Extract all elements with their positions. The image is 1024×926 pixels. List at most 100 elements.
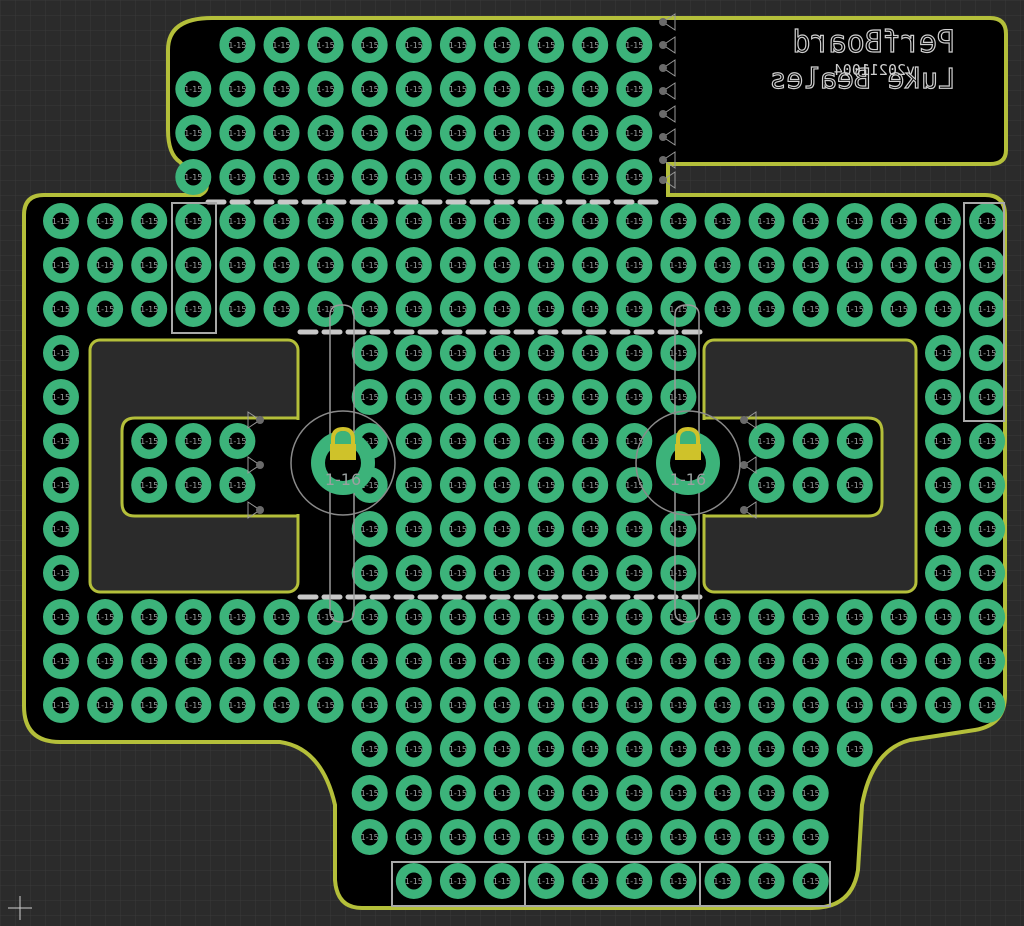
pad[interactable]: 1-15 xyxy=(792,247,829,283)
pad[interactable]: 1-15 xyxy=(87,643,124,679)
pad[interactable]: 1-15 xyxy=(792,687,829,723)
pad[interactable]: 1-15 xyxy=(395,819,432,855)
pad[interactable]: 1-15 xyxy=(43,291,79,327)
pad[interactable]: 1-15 xyxy=(175,203,212,239)
pad[interactable]: 1-15 xyxy=(925,511,961,547)
pad[interactable]: 1-15 xyxy=(880,643,917,679)
pad[interactable]: 1-15 xyxy=(484,423,520,459)
pad[interactable]: 1-15 xyxy=(925,335,961,371)
pad[interactable]: 1-15 xyxy=(484,775,520,811)
pad[interactable]: 1-15 xyxy=(969,511,1006,547)
pad[interactable]: 1-15 xyxy=(616,599,653,635)
pad[interactable]: 1-15 xyxy=(439,467,476,503)
pad[interactable]: 1-15 xyxy=(263,71,300,107)
pad[interactable]: 1-15 xyxy=(439,203,476,239)
pad[interactable]: 1-15 xyxy=(439,819,476,855)
pad[interactable]: 1-15 xyxy=(572,335,609,371)
pad[interactable]: 1-15 xyxy=(43,687,79,723)
pad[interactable]: 1-15 xyxy=(792,291,829,327)
pad[interactable]: 1-15 xyxy=(484,511,520,547)
pad[interactable]: 1-15 xyxy=(439,775,476,811)
pad[interactable]: 1-15 xyxy=(660,819,697,855)
pad[interactable]: 1-15 xyxy=(704,247,741,283)
pad[interactable]: 1-15 xyxy=(572,423,609,459)
pad[interactable]: 1-15 xyxy=(263,687,300,723)
pad[interactable]: 1-15 xyxy=(572,27,609,63)
pad[interactable]: 1-15 xyxy=(43,643,79,679)
pad[interactable]: 1-15 xyxy=(484,71,520,107)
pad[interactable]: 1-15 xyxy=(616,775,653,811)
pad[interactable]: 1-15 xyxy=(307,27,344,63)
pad[interactable]: 1-15 xyxy=(836,203,873,239)
pad[interactable]: 1-15 xyxy=(484,335,520,371)
pad[interactable]: 1-15 xyxy=(748,731,785,767)
pad[interactable]: 1-15 xyxy=(351,335,388,371)
pad[interactable]: 1-15 xyxy=(439,71,476,107)
pad[interactable]: 1-15 xyxy=(219,27,256,63)
pad[interactable]: 1-15 xyxy=(395,555,432,591)
pad[interactable]: 1-15 xyxy=(528,731,565,767)
pad[interactable]: 1-15 xyxy=(572,467,609,503)
pad[interactable]: 1-15 xyxy=(219,467,256,503)
pad[interactable]: 1-15 xyxy=(616,819,653,855)
pad[interactable]: 1-15 xyxy=(131,643,168,679)
pad[interactable]: 1-15 xyxy=(969,335,1006,371)
pad[interactable]: 1-15 xyxy=(616,203,653,239)
pad[interactable]: 1-15 xyxy=(616,27,653,63)
pad[interactable]: 1-15 xyxy=(351,687,388,723)
pad[interactable]: 1-15 xyxy=(43,379,79,415)
pad[interactable]: 1-15 xyxy=(528,379,565,415)
pad[interactable]: 1-15 xyxy=(395,291,432,327)
pad[interactable]: 1-15 xyxy=(351,115,388,151)
pad[interactable]: 1-15 xyxy=(484,643,520,679)
pad[interactable]: 1-15 xyxy=(395,511,432,547)
pad[interactable]: 1-15 xyxy=(660,291,697,327)
pad[interactable]: 1-15 xyxy=(395,159,432,195)
pad[interactable]: 1-15 xyxy=(219,203,256,239)
pad[interactable]: 1-15 xyxy=(572,555,609,591)
pad[interactable]: 1-15 xyxy=(395,247,432,283)
pad[interactable]: 1-15 xyxy=(87,203,124,239)
pad[interactable]: 1-15 xyxy=(395,775,432,811)
pad[interactable]: 1-15 xyxy=(395,467,432,503)
pad[interactable]: 1-15 xyxy=(528,467,565,503)
pad[interactable]: 1-15 xyxy=(748,423,785,459)
pad[interactable]: 1-15 xyxy=(836,247,873,283)
pad[interactable]: 1-15 xyxy=(969,687,1006,723)
pad[interactable]: 1-15 xyxy=(131,599,168,635)
pad[interactable]: 1-15 xyxy=(792,731,829,767)
pad[interactable]: 1-15 xyxy=(528,555,565,591)
pad[interactable]: 1-15 xyxy=(616,247,653,283)
pad[interactable]: 1-15 xyxy=(748,291,785,327)
pad[interactable]: 1-15 xyxy=(572,71,609,107)
pad[interactable]: 1-15 xyxy=(528,511,565,547)
pad[interactable]: 1-15 xyxy=(616,379,653,415)
pad[interactable]: 1-15 xyxy=(836,291,873,327)
pad[interactable]: 1-15 xyxy=(660,247,697,283)
pad[interactable]: 1-15 xyxy=(925,423,961,459)
pad[interactable]: 1-15 xyxy=(219,247,256,283)
pad[interactable]: 1-15 xyxy=(351,511,388,547)
pad[interactable]: 1-15 xyxy=(87,291,124,327)
pad[interactable]: 1-15 xyxy=(351,379,388,415)
pcb-svg[interactable]: 1-15 1-15 1-15 1-15 1-15 1-15 1-15 1-15 1-15 1-15… xyxy=(0,0,1024,926)
pad[interactable]: 1-15 xyxy=(131,687,168,723)
pad[interactable]: 1-15 xyxy=(660,863,697,899)
pad[interactable]: 1-15 xyxy=(439,599,476,635)
pad[interactable]: 1-15 xyxy=(395,71,432,107)
pad[interactable]: 1-15 xyxy=(528,203,565,239)
pad[interactable]: 1-15 xyxy=(307,203,344,239)
pad[interactable]: 1-15 xyxy=(484,379,520,415)
pad[interactable]: 1-15 xyxy=(572,731,609,767)
pad[interactable]: 1-15 xyxy=(792,863,829,899)
pad[interactable]: 1-15 xyxy=(616,335,653,371)
pad[interactable]: 1-15 xyxy=(969,379,1006,415)
pad[interactable]: 1-15 xyxy=(836,467,873,503)
pad[interactable]: 1-15 xyxy=(748,467,785,503)
pad[interactable]: 1-15 xyxy=(131,423,168,459)
pad[interactable]: 1-15 xyxy=(351,71,388,107)
pad[interactable]: 1-15 xyxy=(43,335,79,371)
pad[interactable]: 1-15 xyxy=(572,643,609,679)
pad[interactable]: 1-15 xyxy=(307,159,344,195)
pad[interactable]: 1-15 xyxy=(792,203,829,239)
